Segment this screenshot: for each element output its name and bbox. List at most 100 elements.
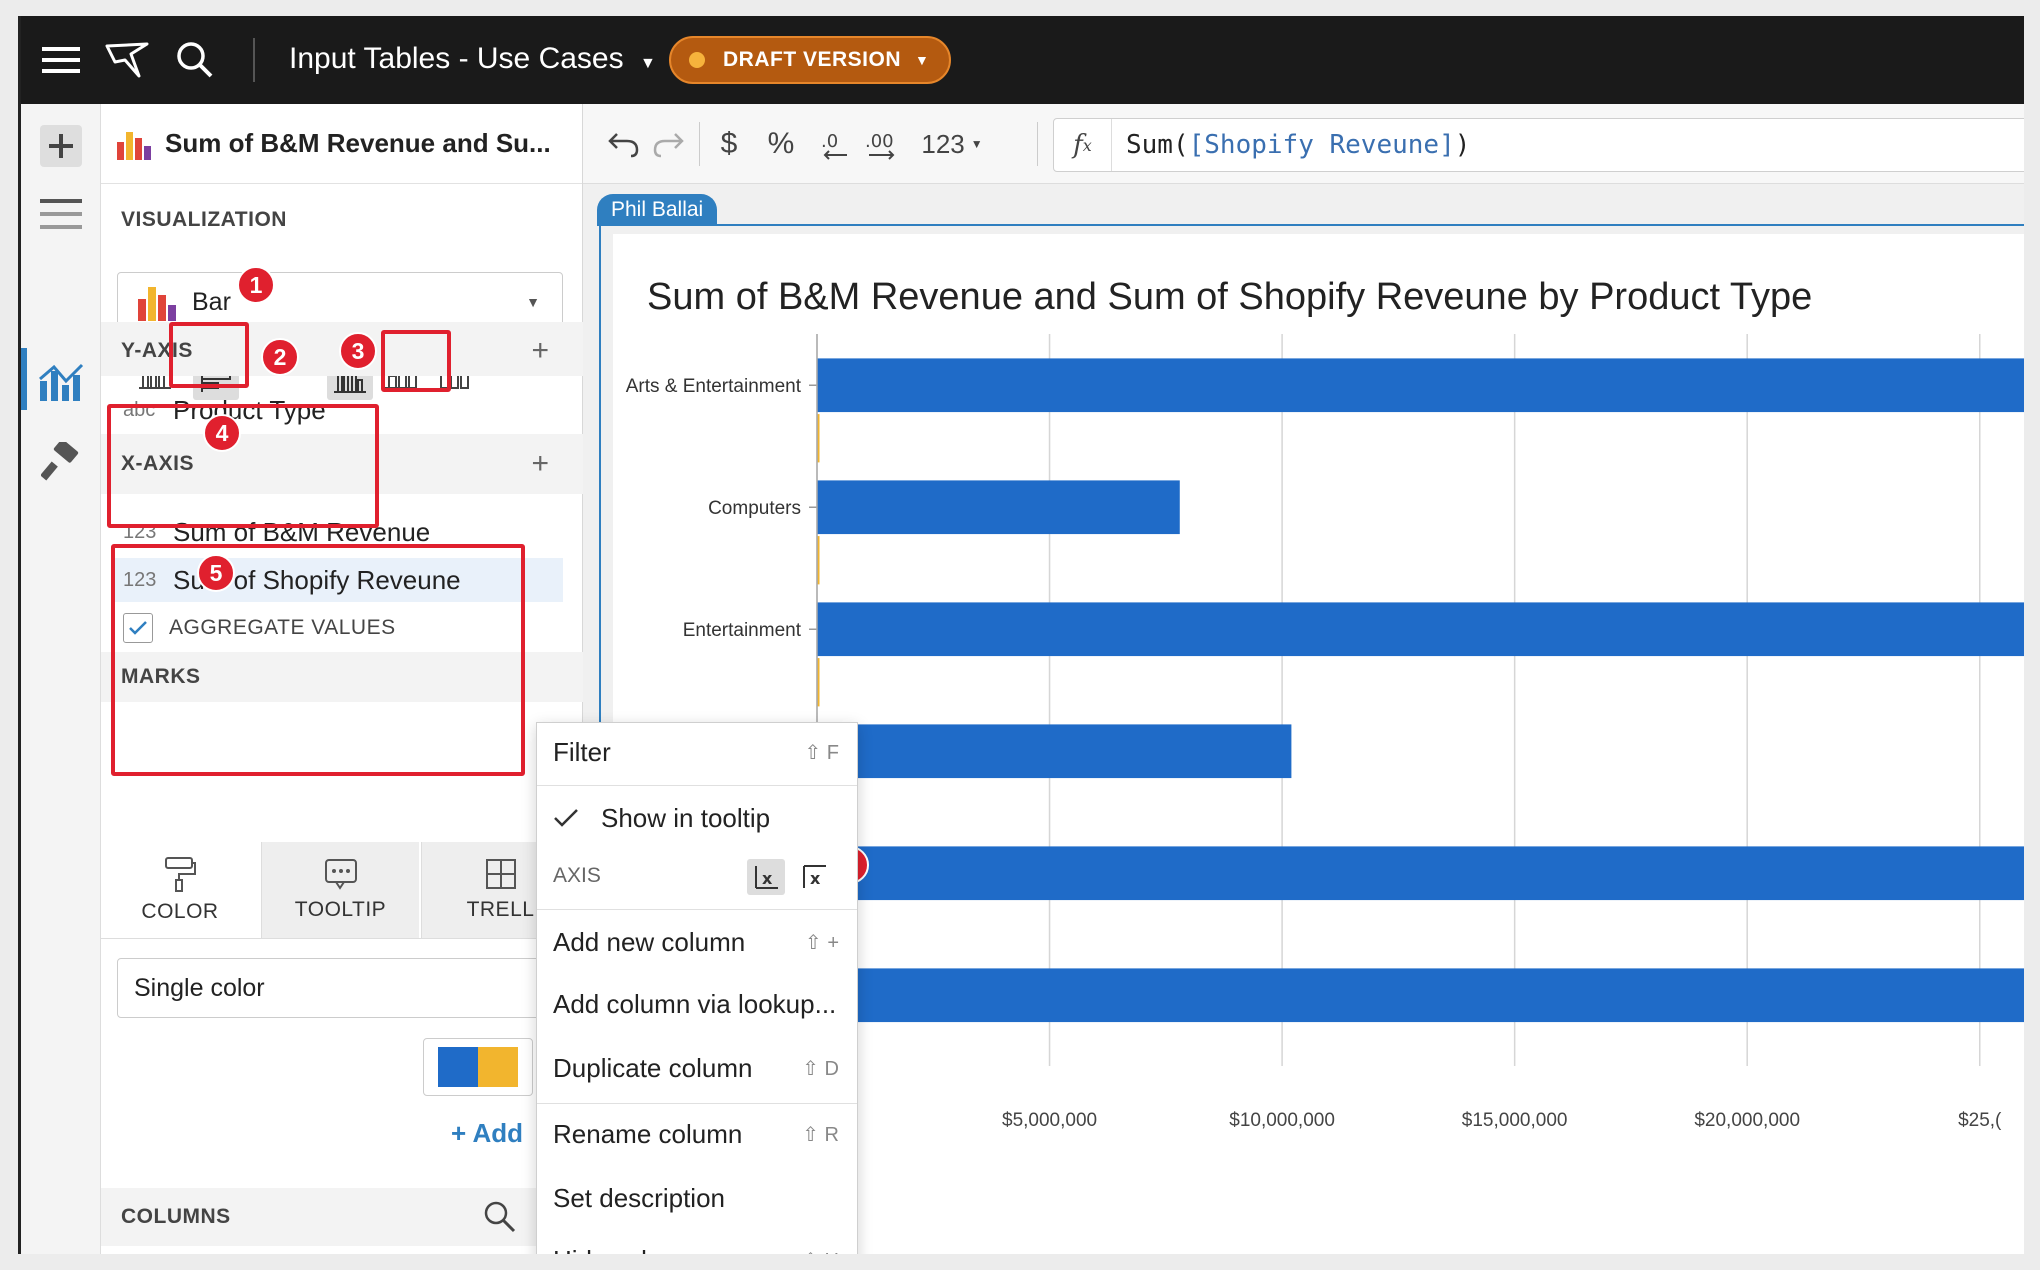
svg-text:x: x	[762, 869, 773, 888]
logo-icon[interactable]	[105, 38, 149, 82]
y-tick-label: Computers	[708, 498, 801, 519]
tooltip-icon	[324, 859, 357, 890]
bar	[817, 724, 1292, 779]
color-mode-select[interactable]: Single color	[117, 958, 563, 1018]
x-tick-label: $25,(	[1958, 1110, 2002, 1131]
menu-item-label: Add new column	[553, 926, 746, 957]
menu-item-add-new-column[interactable]: Add new column ⇧ +	[537, 913, 857, 971]
columns-section-header: COLUMNS	[101, 1188, 583, 1246]
trellis-icon	[485, 859, 516, 889]
bar	[817, 358, 2024, 413]
menu-item-duplicate[interactable]: Duplicate column ⇧ D	[537, 1039, 857, 1097]
paint-roller-icon	[165, 857, 196, 892]
chevron-down-icon: ▼	[639, 55, 656, 72]
increase-decimal-icon[interactable]: .00	[863, 122, 907, 166]
axis-label: AXIS	[553, 864, 601, 887]
number-format-dropdown[interactable]: 123 ▼	[917, 122, 987, 166]
app-window: Input Tables - Use Cases ▼ DRAFT VERSION…	[18, 16, 2024, 1254]
shortcut-label: ⇧ H	[802, 1248, 839, 1255]
panel-header: Sum of B&M Revenue and Su...	[101, 104, 582, 184]
active-indicator	[21, 348, 27, 410]
menu-icon[interactable]	[39, 38, 83, 82]
annotation-badge: 3	[339, 332, 377, 370]
document-title-text: Input Tables - Use Cases	[289, 42, 624, 75]
formula-bar[interactable]: fx Sum([Shopify Reveune])	[1053, 118, 2024, 172]
formula-reference: [Shopify Reveune]	[1188, 130, 1455, 160]
add-y-axis-icon[interactable]: +	[531, 334, 549, 368]
svg-text:x: x	[810, 869, 821, 888]
menu-item-add-lookup[interactable]: Add column via lookup...	[537, 975, 857, 1033]
menu-item-label: Set description	[553, 1182, 725, 1213]
checkmark-icon	[554, 809, 578, 827]
bar	[817, 480, 1180, 535]
viz-type-value: Bar	[192, 287, 231, 316]
axis-row: AXIS x x	[537, 847, 857, 905]
column-context-menu: Filter ⇧ F Show in tooltip AXIS x x Add n…	[536, 722, 858, 1254]
shortcut-label: ⇧ R	[802, 1123, 839, 1146]
undo-icon[interactable]	[603, 122, 643, 166]
secondary-axis-icon[interactable]: x	[795, 859, 833, 895]
formula-suffix: )	[1454, 130, 1471, 160]
annotation-badge: 2	[261, 338, 299, 376]
currency-format-button[interactable]: $	[709, 122, 749, 166]
shortcut-label: ⇧ D	[802, 1057, 839, 1080]
tab-color[interactable]: COLOR	[101, 842, 259, 938]
annotation-badge: 5	[197, 554, 235, 592]
annotation-badge: 4	[203, 414, 241, 452]
redo-icon[interactable]	[649, 122, 689, 166]
svg-text:.00: .00	[865, 131, 894, 152]
divider	[253, 38, 255, 82]
tab-color-label: COLOR	[141, 900, 219, 923]
annotation-box-2	[169, 322, 249, 388]
chart-properties-icon[interactable]	[35, 354, 87, 406]
chevron-down-icon: ▼	[970, 137, 983, 151]
bar-chart-icon	[138, 287, 176, 321]
format-brush-icon[interactable]	[35, 436, 87, 488]
draft-version-button[interactable]: DRAFT VERSION ▼	[669, 36, 951, 84]
shortcut-label: ⇧ F	[804, 741, 839, 764]
menu-item-label: Add column via lookup...	[553, 988, 837, 1019]
search-icon[interactable]	[483, 1200, 517, 1239]
menu-item-filter[interactable]: Filter ⇧ F	[537, 723, 857, 781]
annotation-box-3	[381, 330, 451, 392]
percent-format-button[interactable]: %	[759, 122, 803, 166]
add-x-axis-icon[interactable]: +	[531, 447, 549, 481]
columns-label: COLUMNS	[121, 1205, 231, 1228]
decrease-decimal-icon[interactable]: .0	[811, 122, 855, 166]
user-presence-tag: Phil Ballai	[597, 194, 718, 226]
menu-item-label: Rename column	[553, 1118, 743, 1149]
top-bar: Input Tables - Use Cases ▼ DRAFT VERSION…	[21, 16, 2024, 104]
add-element-button[interactable]	[35, 120, 87, 172]
shortcut-label: ⇧ +	[805, 931, 839, 954]
primary-axis-icon[interactable]: x	[747, 859, 785, 895]
bar	[817, 602, 2024, 657]
x-tick-label: $15,000,000	[1462, 1110, 1568, 1131]
add-color-button[interactable]: + Add	[451, 1118, 523, 1149]
draft-version-label: DRAFT VERSION	[723, 48, 902, 71]
formula-prefix: Sum(	[1126, 130, 1189, 160]
menu-item-show-in-tooltip[interactable]: Show in tooltip	[537, 789, 857, 847]
number-format-label: 123	[921, 128, 965, 159]
bar	[817, 846, 2024, 901]
chevron-down-icon: ▼	[915, 52, 930, 68]
color-swatch-blue	[438, 1047, 478, 1087]
color-swatch-yellow	[478, 1047, 518, 1087]
menu-item-label: Hide column	[553, 1245, 698, 1255]
tab-tooltip[interactable]: TOOLTIP	[261, 842, 419, 938]
annotation-box-5	[111, 544, 525, 776]
color-mode-value: Single color	[134, 973, 265, 1002]
y-tick-label: Arts & Entertainment	[626, 376, 802, 397]
color-swatch-button[interactable]	[423, 1038, 533, 1096]
left-rail	[21, 104, 101, 1254]
menu-item-set-description[interactable]: Set description	[537, 1169, 857, 1227]
search-icon[interactable]	[173, 38, 217, 82]
menu-item-label: Show in tooltip	[601, 802, 771, 833]
menu-item-hide[interactable]: Hide column ⇧ H	[537, 1231, 857, 1255]
annotation-badge: 1	[237, 266, 275, 304]
outline-icon[interactable]	[35, 188, 87, 240]
tab-trellis-label: TRELL	[466, 898, 535, 921]
menu-item-rename[interactable]: Rename column ⇧ R	[537, 1105, 857, 1163]
panel-title[interactable]: Sum of B&M Revenue and Su...	[165, 128, 551, 159]
format-toolbar: $ % .0 .00 123 ▼ fx Sum([Shopify Reveune]…	[583, 104, 2024, 184]
document-title[interactable]: Input Tables - Use Cases ▼	[289, 42, 656, 76]
